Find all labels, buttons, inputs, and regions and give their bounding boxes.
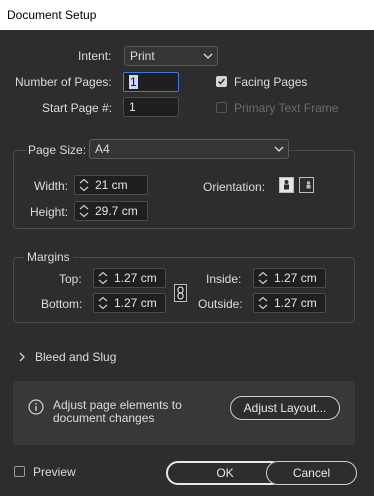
height-label: Height:	[30, 205, 69, 219]
link-margins-button[interactable]	[174, 284, 187, 302]
info-text-line-1: Adjust page elements to	[53, 398, 182, 412]
top-margin-input[interactable]: 1.27 cm	[93, 268, 166, 288]
landscape-orientation-button[interactable]	[299, 177, 314, 193]
bottom-margin-label: Bottom:	[41, 297, 83, 311]
intent-dropdown[interactable]: Print	[124, 46, 218, 66]
page-size-value: A4	[95, 142, 110, 156]
stepper-arrows-icon[interactable]	[96, 271, 110, 285]
number-of-pages-input[interactable]: 1	[123, 72, 179, 92]
margins-group-label: Margins	[24, 250, 73, 264]
primary-text-frame-checkbox[interactable]	[216, 102, 227, 113]
preview-checkbox[interactable]	[14, 466, 25, 477]
outside-margin-label: Outside:	[198, 297, 243, 311]
intent-label: Intent:	[78, 49, 112, 63]
bottom-margin-input[interactable]: 1.27 cm	[93, 293, 166, 313]
bottom-margin-value: 1.27 cm	[114, 296, 157, 310]
portrait-orientation-button[interactable]	[279, 177, 294, 193]
facing-pages-label: Facing Pages	[234, 75, 308, 89]
facing-pages-checkbox[interactable]	[216, 76, 227, 87]
top-margin-label: Top:	[59, 272, 82, 286]
start-page-value: 1	[129, 100, 136, 114]
bleed-and-slug-toggle[interactable]: Bleed and Slug	[18, 349, 158, 365]
height-input[interactable]: 29.7 cm	[74, 201, 148, 221]
bleed-and-slug-label: Bleed and Slug	[35, 350, 117, 364]
width-label: Width:	[34, 179, 69, 193]
inside-margin-value: 1.27 cm	[274, 271, 317, 285]
stepper-arrows-icon[interactable]	[256, 271, 270, 285]
outside-margin-input[interactable]: 1.27 cm	[253, 293, 326, 313]
preview-label: Preview	[33, 465, 76, 479]
page-size-dropdown[interactable]: A4	[89, 139, 289, 159]
inside-margin-label: Inside:	[206, 272, 242, 286]
inside-margin-input[interactable]: 1.27 cm	[253, 268, 326, 288]
stepper-arrows-icon[interactable]	[256, 296, 270, 310]
chevron-down-icon	[274, 146, 284, 152]
landscape-icon	[306, 181, 311, 189]
page-size-label: Page Size:	[28, 143, 89, 157]
start-page-input[interactable]: 1	[123, 97, 179, 117]
cancel-button[interactable]: Cancel	[266, 461, 357, 485]
top-margin-value: 1.27 cm	[114, 271, 157, 285]
adjust-layout-button[interactable]: Adjust Layout...	[230, 396, 340, 420]
chevron-down-icon	[203, 53, 213, 59]
checkmark-icon	[217, 78, 226, 85]
stepper-arrows-icon[interactable]	[77, 204, 91, 218]
width-input[interactable]: 21 cm	[74, 175, 148, 195]
info-text-line-2: document changes	[53, 411, 155, 425]
outside-margin-value: 1.27 cm	[274, 296, 317, 310]
chevron-right-icon	[19, 352, 25, 362]
start-page-label: Start Page #:	[42, 101, 113, 115]
info-icon	[28, 399, 44, 415]
height-value: 29.7 cm	[95, 204, 138, 218]
number-of-pages-label: Number of Pages:	[15, 75, 112, 89]
chain-link-icon	[177, 286, 184, 300]
stepper-arrows-icon[interactable]	[77, 178, 91, 192]
window-title: Document Setup	[7, 8, 97, 22]
orientation-label: Orientation:	[203, 180, 266, 194]
portrait-icon	[284, 180, 289, 190]
number-of-pages-value: 1	[129, 75, 138, 89]
width-value: 21 cm	[95, 178, 128, 192]
title-bar: Document Setup	[0, 0, 374, 30]
stepper-arrows-icon[interactable]	[96, 296, 110, 310]
primary-text-frame-label: Primary Text Frame	[234, 101, 339, 115]
intent-value: Print	[130, 49, 155, 63]
